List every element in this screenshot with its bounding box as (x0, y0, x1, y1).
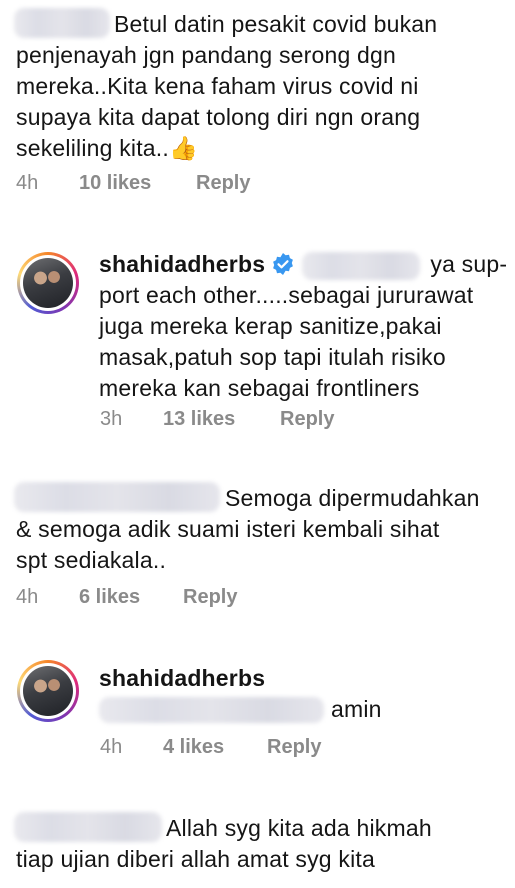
likes-count[interactable]: 13 likes (163, 408, 235, 431)
blurred-mention (302, 252, 420, 280)
reply-button[interactable]: Reply (183, 586, 237, 609)
reply-button[interactable]: Reply (196, 172, 250, 195)
comment-text: Semoga dipermudahkan & semoga adik suami… (16, 485, 480, 573)
likes-count[interactable]: 4 likes (163, 736, 224, 759)
avatar[interactable] (17, 660, 79, 722)
avatar[interactable] (17, 252, 79, 314)
likes-count[interactable]: 10 likes (79, 172, 151, 195)
comment-time: 4h (16, 586, 39, 608)
likes-count[interactable]: 6 likes (79, 586, 140, 609)
reply-button[interactable]: Reply (267, 736, 321, 759)
username-link[interactable]: shahidadherbs (99, 251, 265, 277)
verified-badge-icon (273, 253, 294, 275)
thumbs-up-icon: 👍 (168, 135, 198, 161)
comment-text: Allah syg kita ada hikmah tiap ujian dib… (16, 815, 432, 872)
comment-time: 4h (16, 172, 39, 194)
comment-time: 3h (100, 408, 123, 430)
comment-time: 4h (100, 736, 123, 758)
comment-text: Betul datin pesakit covid bukan penjenay… (16, 11, 438, 161)
blurred-mention (99, 697, 324, 723)
reply-button[interactable]: Reply (280, 408, 334, 431)
username-link[interactable]: shahidadherbs (99, 663, 509, 694)
